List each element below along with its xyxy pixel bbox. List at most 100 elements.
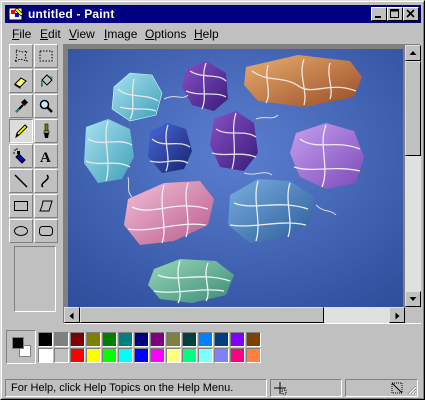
- menu-edit[interactable]: Edit: [40, 27, 61, 41]
- pencil-icon: [15, 124, 28, 139]
- status-position-panel: [270, 379, 342, 397]
- status-size-panel: [345, 379, 418, 397]
- menu-options[interactable]: Options: [145, 27, 186, 41]
- palette-swatch-top-10[interactable]: [198, 332, 213, 347]
- current-colors[interactable]: [6, 330, 36, 364]
- palette-swatch-top-13[interactable]: [246, 332, 261, 347]
- cursor-position-icon: [274, 382, 287, 395]
- menu-help-label: elp: [202, 27, 219, 41]
- scroll-up-button[interactable]: [405, 45, 421, 61]
- palette-swatch-top-9[interactable]: [182, 332, 197, 347]
- tool-magnifier[interactable]: [34, 94, 58, 118]
- scrollbar-corner: [405, 307, 421, 323]
- palette-swatch-top-1[interactable]: [54, 332, 69, 347]
- palette-swatch-top-2[interactable]: [70, 332, 85, 347]
- tool-curve[interactable]: [34, 169, 58, 193]
- menu-file[interactable]: File: [12, 27, 31, 41]
- maximize-icon: [390, 9, 399, 18]
- menu-options-accel: O: [145, 27, 155, 41]
- menu-image[interactable]: Image: [104, 27, 137, 41]
- tool-free-form-select[interactable]: [9, 44, 33, 68]
- palette-swatch-top-4[interactable]: [102, 332, 117, 347]
- title-bar[interactable]: untitled - Paint: [5, 5, 421, 23]
- scroll-left-button[interactable]: [64, 307, 80, 323]
- menu-view[interactable]: View: [69, 27, 95, 41]
- maximize-button[interactable]: [387, 7, 403, 21]
- palette-swatch-top-5[interactable]: [118, 332, 133, 347]
- svg-text:A: A: [40, 150, 51, 164]
- drawing-canvas[interactable]: [68, 49, 403, 307]
- arrow-down-icon: [409, 297, 417, 301]
- palette-swatch-top-11[interactable]: [214, 332, 229, 347]
- scroll-down-button[interactable]: [405, 291, 421, 307]
- menu-view-label: iew: [76, 27, 95, 41]
- tool-line[interactable]: [9, 169, 33, 193]
- menu-file-label: ile: [19, 27, 32, 41]
- rounded-rectangle-icon: [39, 226, 53, 236]
- eyedropper-icon: [15, 98, 29, 113]
- palette-swatch-top-3[interactable]: [86, 332, 101, 347]
- palette-swatch-bottom-0[interactable]: [38, 348, 53, 363]
- close-button[interactable]: [403, 7, 419, 21]
- free-form-select-icon: [14, 49, 28, 64]
- palette-swatch-top-0[interactable]: [38, 332, 53, 347]
- curve-icon: [41, 174, 49, 188]
- rectangle-icon: [14, 201, 28, 211]
- palette-swatch-top-12[interactable]: [230, 332, 245, 347]
- canvas-frame: [63, 44, 421, 324]
- tool-airbrush[interactable]: [9, 144, 33, 168]
- tool-rectangle[interactable]: [9, 194, 33, 218]
- tool-polygon[interactable]: [34, 194, 58, 218]
- menu-help[interactable]: Help: [194, 27, 219, 41]
- tool-fill-with-color[interactable]: [34, 69, 58, 93]
- arrow-right-icon: [395, 312, 400, 320]
- minimize-button[interactable]: [371, 7, 387, 21]
- palette-swatch-bottom-10[interactable]: [198, 348, 213, 363]
- palette-swatch-bottom-2[interactable]: [70, 348, 85, 363]
- palette-swatch-bottom-9[interactable]: [182, 348, 197, 363]
- tool-pencil[interactable]: [9, 119, 33, 143]
- tool-eraser[interactable]: [9, 69, 33, 93]
- eraser-icon: [14, 77, 27, 89]
- palette-swatch-bottom-6[interactable]: [134, 348, 149, 363]
- tool-text[interactable]: A: [34, 144, 58, 168]
- arrow-up-icon: [409, 51, 417, 55]
- resize-grip-icon[interactable]: [406, 384, 417, 395]
- palette-swatch-bottom-5[interactable]: [118, 348, 133, 363]
- palette-swatch-bottom-11[interactable]: [214, 348, 229, 363]
- horizontal-scroll-thumb[interactable]: [80, 307, 324, 323]
- palette-swatch-top-6[interactable]: [134, 332, 149, 347]
- menu-view-accel: V: [69, 27, 77, 41]
- tool-rounded-rectangle[interactable]: [34, 219, 58, 243]
- palette-swatch-bottom-4[interactable]: [102, 348, 117, 363]
- gemstone-image: [68, 49, 403, 307]
- polygon-icon: [39, 200, 53, 212]
- scroll-right-button[interactable]: [389, 307, 405, 323]
- palette-swatch-top-7[interactable]: [150, 332, 165, 347]
- menu-edit-accel: E: [40, 27, 49, 41]
- palette-swatch-bottom-12[interactable]: [230, 348, 245, 363]
- tool-options-box[interactable]: [14, 246, 56, 312]
- foreground-color: [12, 337, 24, 349]
- menu-help-accel: H: [194, 27, 203, 41]
- paint-app-icon[interactable]: [8, 6, 24, 22]
- rect-select-icon: [39, 50, 53, 62]
- palette-swatch-top-8[interactable]: [166, 332, 181, 347]
- tool-pick-color[interactable]: [9, 94, 33, 118]
- palette-swatch-bottom-3[interactable]: [86, 348, 101, 363]
- ellipse-icon: [14, 226, 28, 236]
- palette-swatch-bottom-13[interactable]: [246, 348, 261, 363]
- horizontal-scrollbar[interactable]: [64, 307, 405, 323]
- text-icon: A: [40, 150, 51, 164]
- brush-icon: [43, 123, 50, 138]
- vertical-scroll-thumb[interactable]: [405, 61, 421, 156]
- tool-ellipse[interactable]: [9, 219, 33, 243]
- tool-brush[interactable]: [34, 119, 58, 143]
- tool-select[interactable]: [34, 44, 58, 68]
- status-help-panel: For Help, click Help Topics on the Help …: [5, 379, 267, 397]
- vertical-scrollbar[interactable]: [405, 45, 421, 307]
- palette-swatch-bottom-7[interactable]: [150, 348, 165, 363]
- palette-swatch-bottom-8[interactable]: [166, 348, 181, 363]
- menu-edit-label: dit: [48, 27, 61, 41]
- palette-swatch-bottom-1[interactable]: [54, 348, 69, 363]
